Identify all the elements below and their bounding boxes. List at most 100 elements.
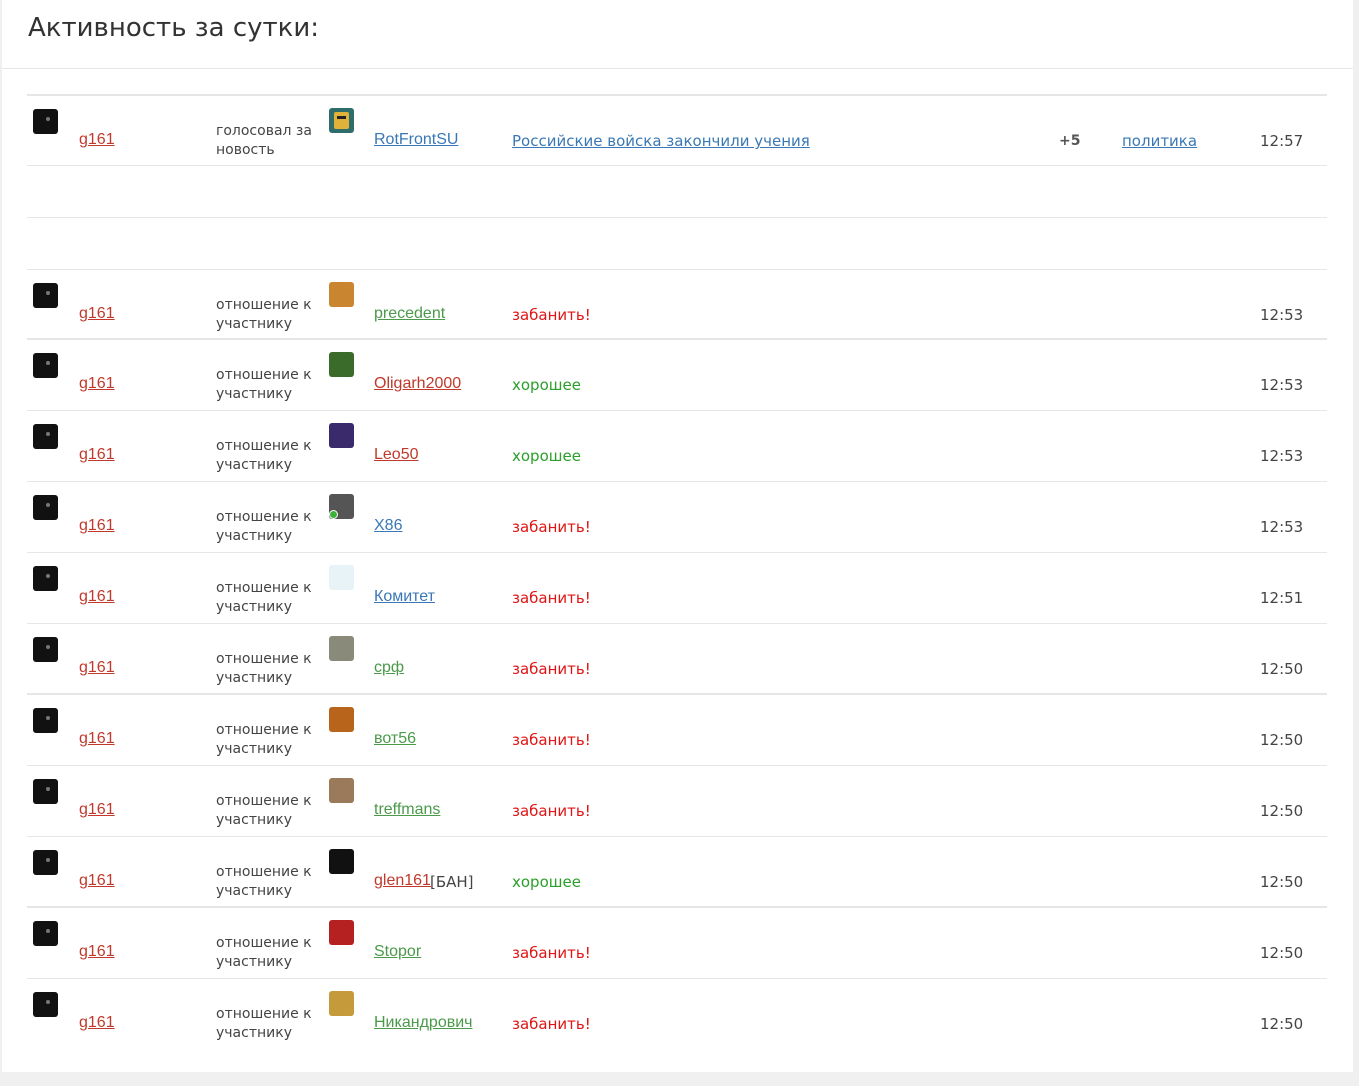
action-text: голосовал за новость [216, 123, 312, 158]
target-user-link[interactable]: Никандрович [374, 1014, 472, 1032]
time-stamp: 12:50 [1260, 802, 1304, 820]
time-stamp: 12:50 [1260, 873, 1304, 891]
action-text: отношение к участнику [216, 367, 312, 402]
page-title: Активность за сутки: [28, 13, 320, 43]
action-text: отношение к участнику [216, 580, 312, 615]
actor-link[interactable]: g161 [79, 730, 115, 748]
news-score: +5 [1059, 133, 1081, 149]
action-text: отношение к участнику [216, 935, 312, 970]
action-text: отношение к участнику [216, 651, 312, 686]
actor-link[interactable]: g161 [79, 801, 115, 819]
activity-list: g161 голосовал за новость RotFrontSU Рос… [27, 94, 1327, 1049]
empty-row [27, 218, 1327, 270]
time-stamp: 12:50 [1260, 660, 1304, 678]
actor-avatar[interactable] [33, 850, 58, 875]
relation-value: забанить! [512, 589, 591, 607]
target-avatar[interactable] [329, 920, 354, 945]
news-category-link[interactable]: политика [1122, 132, 1197, 150]
target-avatar[interactable] [329, 778, 354, 803]
news-title-link[interactable]: Российские войска закончили учения [512, 132, 810, 150]
actor-link[interactable]: g161 [79, 305, 115, 323]
actor-avatar[interactable] [33, 353, 58, 378]
target-user-link[interactable]: Leo50 [374, 446, 419, 464]
time-stamp: 12:50 [1260, 731, 1304, 749]
target-user-link[interactable]: Комитет [374, 588, 435, 606]
actor-link[interactable]: g161 [79, 1014, 115, 1032]
target-user-link[interactable]: precedent [374, 305, 445, 323]
target-avatar[interactable] [329, 108, 354, 133]
actor-link[interactable]: g161 [79, 375, 115, 393]
relation-value: забанить! [512, 731, 591, 749]
action-text: отношение к участнику [216, 438, 312, 473]
target-avatar[interactable] [329, 352, 354, 377]
actor-avatar[interactable] [33, 495, 58, 520]
target-user-link[interactable]: Oligarh2000 [374, 375, 461, 393]
actor-link[interactable]: g161 [79, 588, 115, 606]
actor-avatar[interactable] [33, 424, 58, 449]
panel-header: Активность за сутки: [2, 0, 1353, 69]
action-text: отношение к участнику [216, 509, 312, 544]
activity-row: g161 отношение к участнику precedent забани… [27, 270, 1327, 340]
activity-row: g161 отношение к участнику Комитет забанить… [27, 553, 1327, 624]
actor-link[interactable]: g161 [79, 446, 115, 464]
actor-avatar[interactable] [33, 992, 58, 1017]
time-stamp: 12:53 [1260, 306, 1304, 324]
relation-value: забанить! [512, 306, 591, 324]
target-user-link[interactable]: glen161 [374, 872, 431, 890]
actor-link[interactable]: g161 [79, 659, 115, 677]
target-avatar[interactable] [329, 423, 354, 448]
activity-row: g161 отношение к участнику treffmans забани… [27, 766, 1327, 837]
target-user-link[interactable]: treffmans [374, 801, 440, 819]
activity-row: g161 отношение к участнику Oligarh2000 хоро… [27, 340, 1327, 411]
target-avatar[interactable] [329, 991, 354, 1016]
action-text: отношение к участнику [216, 722, 312, 757]
activity-row: g161 отношение к участнику срф забанить! 12:… [27, 624, 1327, 695]
activity-row-news: g161 голосовал за новость RotFrontSU Рос… [27, 96, 1327, 166]
target-avatar[interactable] [329, 849, 354, 874]
time-stamp: 12:53 [1260, 518, 1304, 536]
actor-link[interactable]: g161 [79, 131, 115, 149]
relation-value: забанить! [512, 944, 591, 962]
actor-link[interactable]: g161 [79, 872, 115, 890]
target-avatar[interactable] [329, 636, 354, 661]
time-stamp: 12:57 [1260, 132, 1304, 150]
action-text: отношение к участнику [216, 1006, 312, 1041]
relation-value: хорошее [512, 873, 581, 891]
relation-value: забанить! [512, 518, 591, 536]
target-user-link[interactable]: срф [374, 659, 404, 677]
actor-avatar[interactable] [33, 921, 58, 946]
actor-link[interactable]: g161 [79, 517, 115, 535]
target-user-link[interactable]: X86 [374, 517, 402, 535]
time-stamp: 12:53 [1260, 447, 1304, 465]
activity-panel: Активность за сутки: g161 голосовал за н… [2, 0, 1353, 1072]
time-stamp: 12:51 [1260, 589, 1304, 607]
actor-avatar[interactable] [33, 708, 58, 733]
target-user-link[interactable]: Stopor [374, 943, 421, 961]
target-avatar[interactable] [329, 707, 354, 732]
action-text: отношение к участнику [216, 864, 312, 899]
activity-row: g161 отношение к участнику Leo50 хорошее 12:… [27, 411, 1327, 482]
target-user-link[interactable]: RotFrontSU [374, 131, 458, 149]
actor-avatar[interactable] [33, 779, 58, 804]
activity-row: g161 отношение к участнику X86 забанить! 12:… [27, 482, 1327, 553]
actor-avatar[interactable] [33, 109, 58, 134]
activity-row: g161 отношение к участнику вот56 забанить! 1… [27, 695, 1327, 766]
actor-link[interactable]: g161 [79, 943, 115, 961]
relation-value: хорошее [512, 376, 581, 394]
action-text: отношение к участнику [216, 297, 312, 332]
relation-value: забанить! [512, 802, 591, 820]
ban-tag: [БАН] [430, 873, 474, 891]
online-status-dot [329, 510, 338, 519]
empty-row [27, 166, 1327, 218]
actor-avatar[interactable] [33, 637, 58, 662]
activity-row: g161 отношение к участнику Никандрович заба… [27, 979, 1327, 1049]
relation-rows: g161 отношение к участнику precedent забани… [27, 270, 1327, 1049]
action-text: отношение к участнику [216, 793, 312, 828]
target-avatar[interactable] [329, 282, 354, 307]
activity-row: g161 отношение к участнику glen161 [БАН] хор… [27, 837, 1327, 908]
actor-avatar[interactable] [33, 566, 58, 591]
target-user-link[interactable]: вот56 [374, 730, 416, 748]
relation-value: забанить! [512, 1015, 591, 1033]
actor-avatar[interactable] [33, 283, 58, 308]
target-avatar[interactable] [329, 565, 354, 590]
